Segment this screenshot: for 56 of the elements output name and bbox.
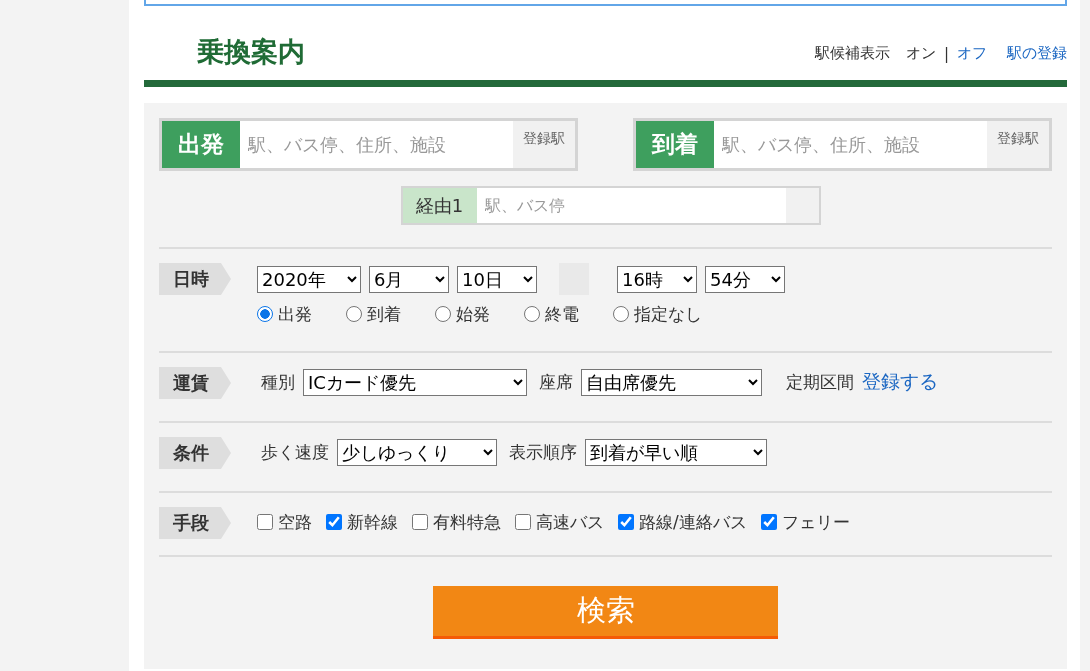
register-link[interactable]: 駅の登録 (1007, 44, 1067, 63)
checkbox[interactable] (760, 514, 777, 530)
checkbox[interactable] (515, 514, 531, 530)
field-label: 表示順序 (509, 440, 577, 464)
radio-button[interactable] (346, 306, 362, 322)
radio-label: 到着 (367, 302, 401, 326)
section-label: 日時 (159, 263, 231, 295)
checkbox[interactable] (257, 514, 273, 530)
separator-text: | (943, 44, 949, 63)
page-title: 乗換案内 (196, 35, 305, 69)
dropdown[interactable]: 10日 (457, 265, 537, 293)
station-field[interactable]: 到着 駅、バス停、住所、施設 登録駅 (633, 118, 1052, 171)
checkbox-label: 高速バス (536, 510, 604, 534)
station-field[interactable]: 出発 駅、バス停、住所、施設 登録駅 (159, 118, 578, 171)
field-label: 到着 (636, 121, 714, 168)
field-label: 出発 (162, 121, 240, 168)
registered-station-button[interactable]: 登録駅 (987, 121, 1049, 168)
section-label: 手段 (159, 507, 231, 539)
checkbox[interactable] (618, 514, 634, 530)
radio-label: 始発 (456, 302, 490, 326)
registered-station-button[interactable]: 登録駅 (513, 121, 575, 168)
radio-label: 出発 (278, 302, 312, 326)
section-label: 条件 (159, 437, 231, 469)
radio-button[interactable] (435, 306, 451, 322)
checkbox[interactable] (326, 514, 342, 530)
dropdown[interactable]: 少しゆっくり (337, 438, 497, 466)
checkbox-label: 空路 (278, 510, 312, 534)
toggle-option[interactable]: オン (905, 44, 936, 63)
field-label: 種別 (261, 370, 295, 394)
checkbox-label: 路線/連絡バス (639, 510, 747, 534)
dropdown[interactable]: 54分 (705, 265, 785, 293)
checkbox-label: 有料特急 (433, 510, 501, 534)
via-field[interactable]: 経由1 駅、バス停 (400, 186, 821, 225)
toggle-option[interactable]: オフ (957, 44, 987, 63)
radio-button[interactable] (257, 306, 273, 322)
setting-label: 駅候補表示 (814, 44, 890, 63)
field-label: 座席 (539, 370, 573, 394)
dropdown[interactable]: ICカード優先 (303, 368, 527, 396)
section-label: 運賃 (159, 367, 231, 399)
radio-button[interactable] (524, 306, 540, 322)
register-link[interactable]: 登録する (862, 369, 938, 395)
radio-label: 終電 (545, 302, 579, 326)
checkbox-label: フェリー (781, 510, 850, 534)
radio-label: 指定なし (634, 302, 702, 326)
dropdown[interactable]: 自由席優先 (581, 368, 762, 396)
field-label: 経由1 (402, 188, 477, 223)
dropdown[interactable]: 2020年 (257, 265, 361, 293)
checkbox[interactable] (412, 514, 428, 530)
radio-button[interactable] (613, 306, 629, 322)
field-label: 歩く速度 (261, 440, 329, 464)
blank-tile (785, 188, 819, 223)
checkbox-label: 新幹線 (347, 510, 398, 534)
dropdown[interactable]: 到着が早い順 (585, 438, 767, 466)
dropdown[interactable]: 16時 (617, 265, 697, 293)
field-label: 定期区間 (786, 370, 854, 394)
dropdown[interactable]: 6月 (369, 265, 449, 293)
